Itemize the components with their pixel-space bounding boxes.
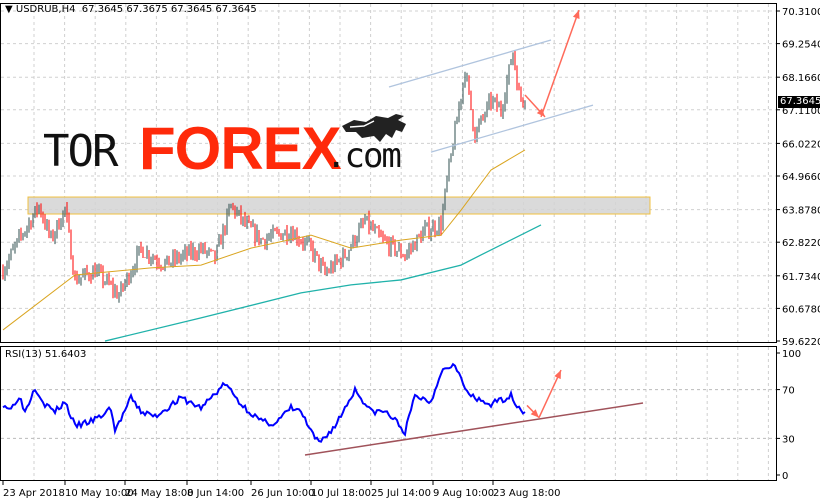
x-tick-label: 8 Jun 14:00 bbox=[187, 488, 244, 499]
y-tick-label: 66.0220 bbox=[782, 139, 820, 150]
rsi-y-tick-label: 30 bbox=[782, 434, 795, 445]
current-price-tag: 67.3645 bbox=[778, 95, 820, 108]
x-tick-label: 25 Jul 14:00 bbox=[371, 488, 431, 499]
x-tick-label: 10 Jul 18:00 bbox=[311, 488, 371, 499]
torforex-logo: TOR FOREX .com bbox=[43, 112, 423, 182]
chart-title: ▼ USDRUB,H4 67.3645 67.3675 67.3645 67.3… bbox=[5, 4, 257, 15]
chart-canvas[interactable]: 70.310069.254068.166067.110066.022064.96… bbox=[0, 0, 820, 503]
x-tick-label: 9 Aug 10:00 bbox=[433, 488, 494, 499]
rsi-trendline bbox=[304, 402, 644, 456]
x-tick-label: 24 May 18:00 bbox=[125, 488, 194, 499]
triangle-down-icon[interactable]: ▼ bbox=[5, 4, 13, 15]
forecast-arrow bbox=[540, 9, 580, 118]
x-tick-label: 26 Jun 10:00 bbox=[251, 488, 315, 499]
logo-tor: TOR bbox=[43, 126, 118, 177]
rsi-y-tick-label: 70 bbox=[782, 386, 795, 397]
chart-window: 70.3100 69.2540 68.1660 67.1100 66.0220 64.96… bbox=[0, 0, 820, 503]
y-tick-label: 59.6220 bbox=[782, 337, 820, 348]
y-tick-label: 68.1660 bbox=[782, 73, 820, 84]
bull-icon bbox=[342, 114, 406, 142]
rsi-y-tick-label: 0 bbox=[782, 471, 788, 482]
y-tick-label: 63.8780 bbox=[782, 206, 820, 217]
logo-forex: FOREX bbox=[139, 115, 342, 182]
y-tick-label: 70.3100 bbox=[782, 7, 820, 18]
y-tick-label: 61.7340 bbox=[782, 272, 820, 283]
rsi-y-tick-label: 100 bbox=[782, 349, 801, 360]
support-zone bbox=[27, 196, 651, 215]
y-tick-label: 64.9660 bbox=[782, 172, 820, 183]
x-tick-label: 23 Apr 2018 bbox=[3, 488, 65, 499]
y-tick-label: 62.8220 bbox=[782, 238, 820, 249]
rsi-title: RSI(13) 51.6403 bbox=[5, 349, 87, 360]
channel-line bbox=[388, 39, 552, 88]
rsi-line bbox=[2, 362, 526, 443]
x-tick-label: 23 Aug 18:00 bbox=[493, 488, 560, 499]
y-tick-label: 69.2540 bbox=[782, 40, 820, 51]
x-tick-label: 10 May 10:00 bbox=[65, 488, 134, 499]
y-tick-label: 60.6780 bbox=[782, 304, 820, 315]
symbol-info: USDRUB,H4 67.3645 67.3675 67.3645 67.364… bbox=[15, 4, 257, 15]
